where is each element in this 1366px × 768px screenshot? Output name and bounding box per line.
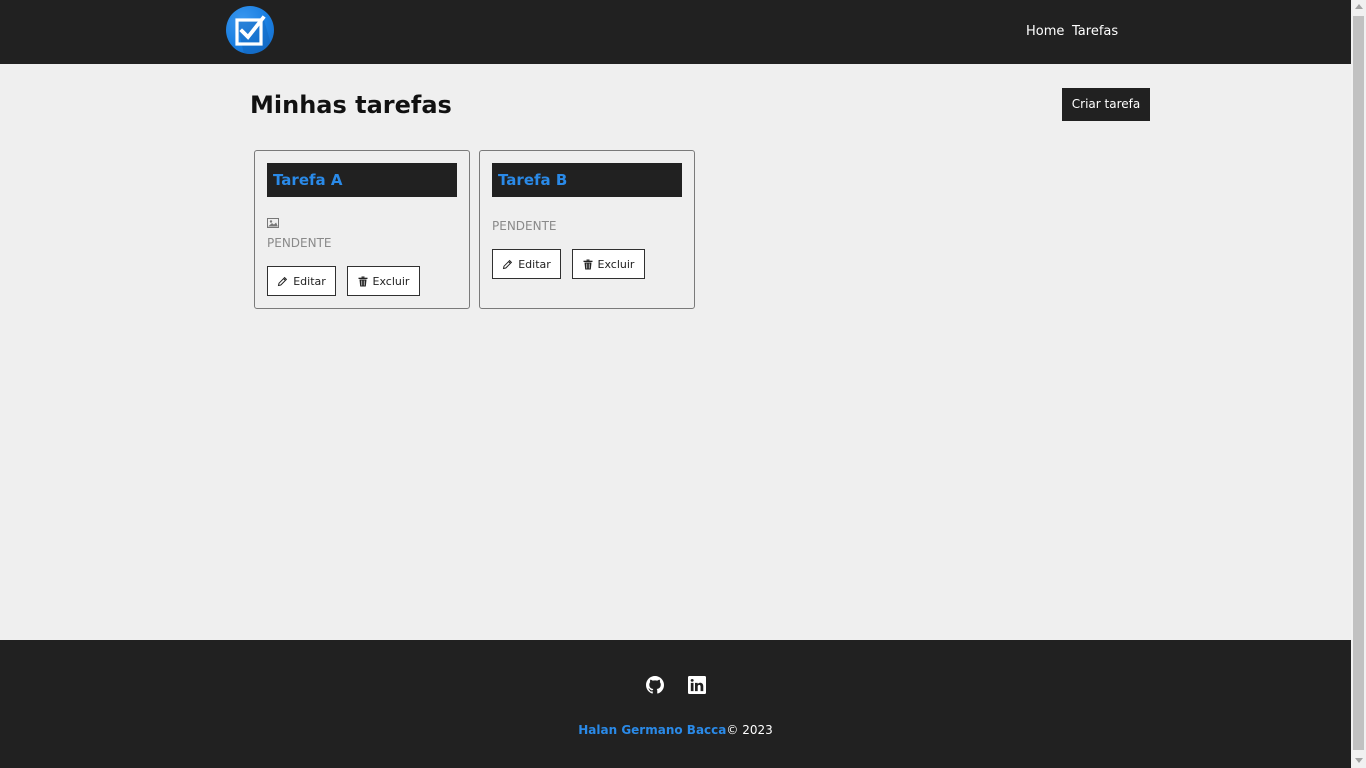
- task-card-a: Tarefa A PENDENTE Editar Excluir: [254, 150, 470, 309]
- footer-credit: Halan Germano Bacca© 2023: [0, 722, 1351, 738]
- author-link[interactable]: Halan Germano Bacca: [578, 723, 726, 737]
- nav-link-tarefas[interactable]: Tarefas: [1072, 24, 1118, 40]
- trash-icon: [583, 259, 593, 269]
- app-logo[interactable]: [226, 6, 274, 54]
- edit-task-button[interactable]: Editar: [492, 249, 561, 279]
- scroll-down-arrow-icon[interactable]: [1355, 758, 1363, 763]
- top-navbar: Home Tarefas: [0, 0, 1351, 64]
- pencil-icon: [503, 259, 513, 269]
- delete-task-button[interactable]: Excluir: [347, 266, 420, 296]
- edit-label: Editar: [518, 257, 551, 271]
- delete-task-button[interactable]: Excluir: [572, 249, 645, 279]
- github-icon[interactable]: [646, 676, 664, 694]
- nav-link-home[interactable]: Home: [1026, 24, 1064, 40]
- pencil-icon: [278, 276, 288, 286]
- linkedin-icon[interactable]: [688, 676, 706, 694]
- task-card-header: Tarefa A: [267, 163, 457, 197]
- task-status: PENDENTE: [267, 236, 332, 250]
- scrollbar-thumb[interactable]: [1353, 16, 1364, 750]
- create-task-button[interactable]: Criar tarefa: [1062, 88, 1150, 121]
- trash-icon: [358, 276, 368, 286]
- copyright-text: © 2023: [726, 723, 773, 737]
- vertical-scrollbar[interactable]: [1351, 0, 1366, 768]
- page: Home Tarefas Minhas tarefas Criar tarefa…: [0, 0, 1351, 768]
- edit-task-button[interactable]: Editar: [267, 266, 336, 296]
- task-title[interactable]: Tarefa B: [498, 170, 567, 190]
- task-status: PENDENTE: [492, 219, 557, 233]
- footer: Halan Germano Bacca© 2023: [0, 640, 1351, 768]
- delete-label: Excluir: [597, 257, 635, 271]
- checkbox-logo-icon: [235, 15, 274, 54]
- task-title[interactable]: Tarefa A: [273, 170, 342, 190]
- page-title: Minhas tarefas: [250, 91, 452, 119]
- task-card-header: Tarefa B: [492, 163, 682, 197]
- broken-image-icon: [267, 218, 279, 228]
- edit-label: Editar: [293, 274, 326, 288]
- delete-label: Excluir: [372, 274, 410, 288]
- scroll-up-arrow-icon[interactable]: [1355, 4, 1363, 9]
- task-card-b: Tarefa B PENDENTE Editar Excluir: [479, 150, 695, 309]
